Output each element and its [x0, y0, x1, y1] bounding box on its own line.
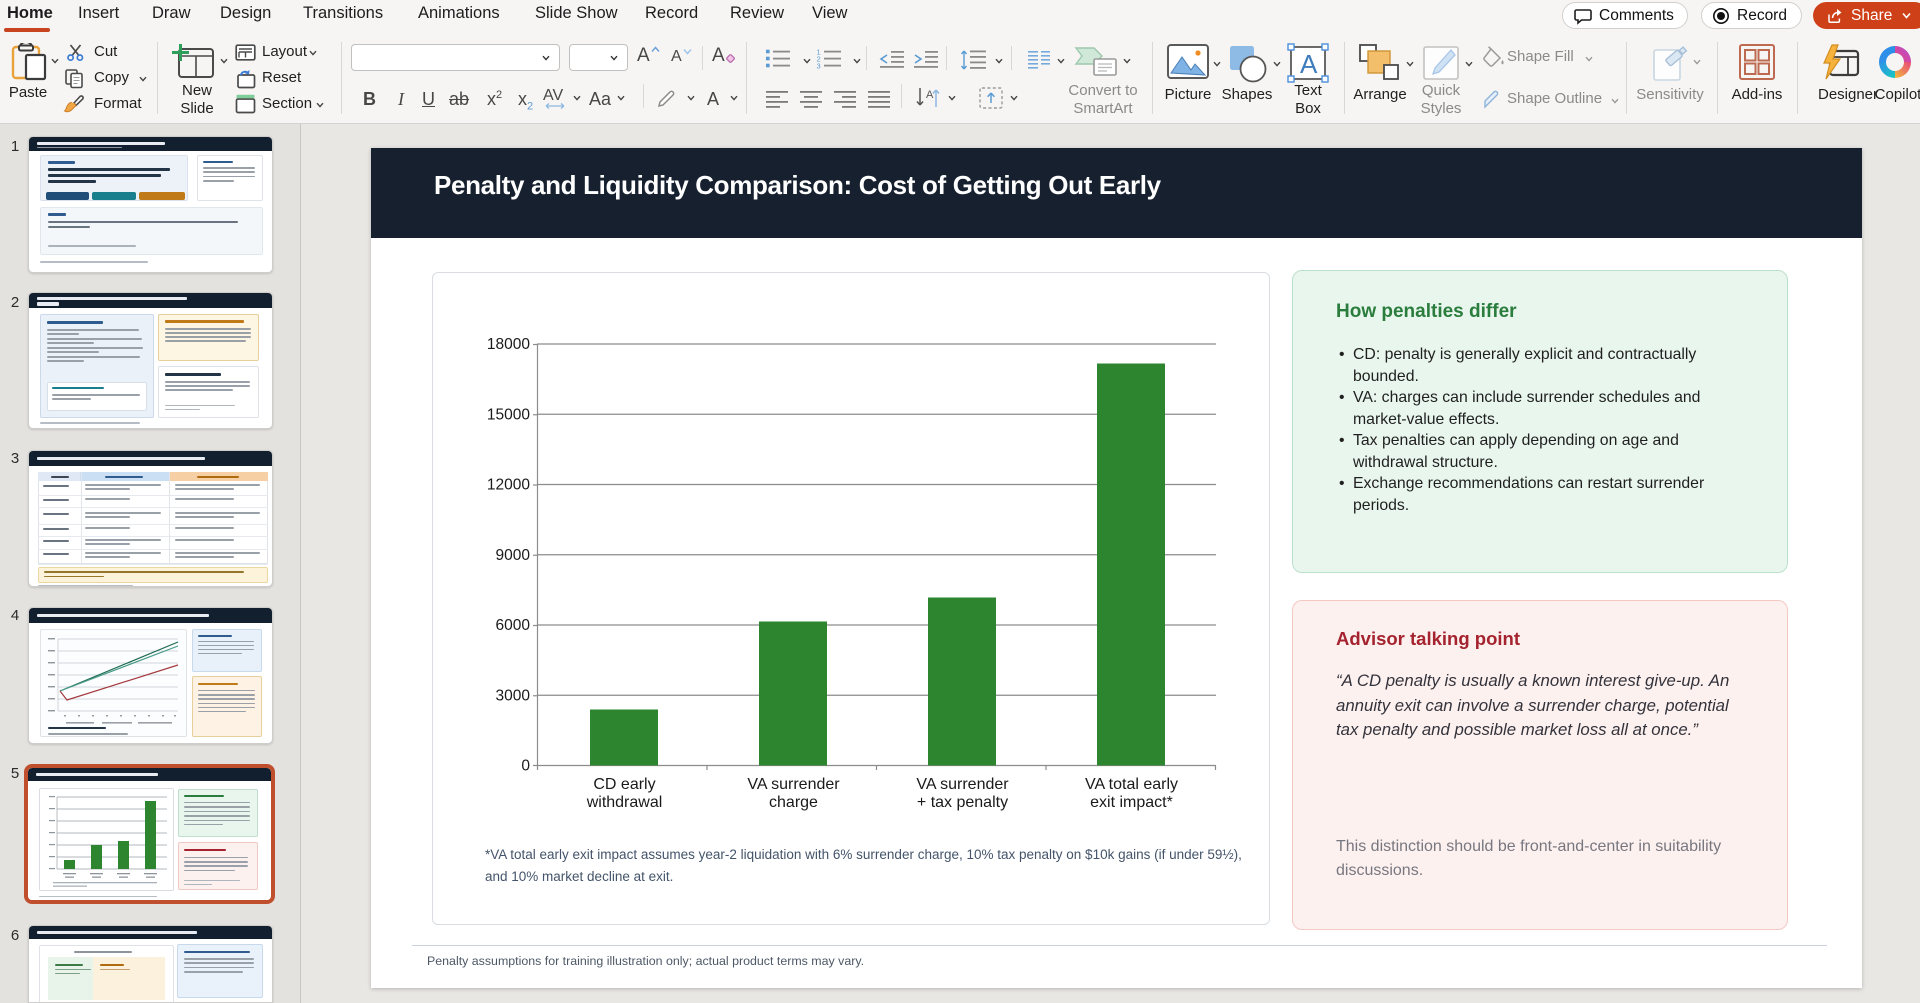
- svg-text:VA surrender: VA surrender: [747, 776, 840, 793]
- svg-text:15000: 15000: [487, 406, 530, 423]
- svg-text:18000: 18000: [487, 336, 530, 353]
- svg-text:CD early: CD early: [593, 776, 655, 793]
- svg-text:12000: 12000: [487, 477, 530, 494]
- svg-text:exit impact*: exit impact*: [1090, 794, 1173, 811]
- svg-text:VA total early: VA total early: [1085, 776, 1178, 793]
- svg-text:3000: 3000: [496, 687, 531, 704]
- svg-text:VA surrender: VA surrender: [916, 776, 1009, 793]
- svg-text:9000: 9000: [496, 547, 531, 564]
- svg-text:3: 3: [817, 61, 821, 70]
- svg-text:withdrawal: withdrawal: [586, 794, 663, 811]
- svg-text:0: 0: [521, 758, 530, 775]
- svg-text:A: A: [1300, 49, 1318, 79]
- svg-text:6000: 6000: [496, 617, 531, 634]
- svg-text:charge: charge: [769, 794, 818, 811]
- svg-text:+ tax penalty: + tax penalty: [917, 794, 1008, 811]
- svg-text:A: A: [926, 89, 934, 101]
